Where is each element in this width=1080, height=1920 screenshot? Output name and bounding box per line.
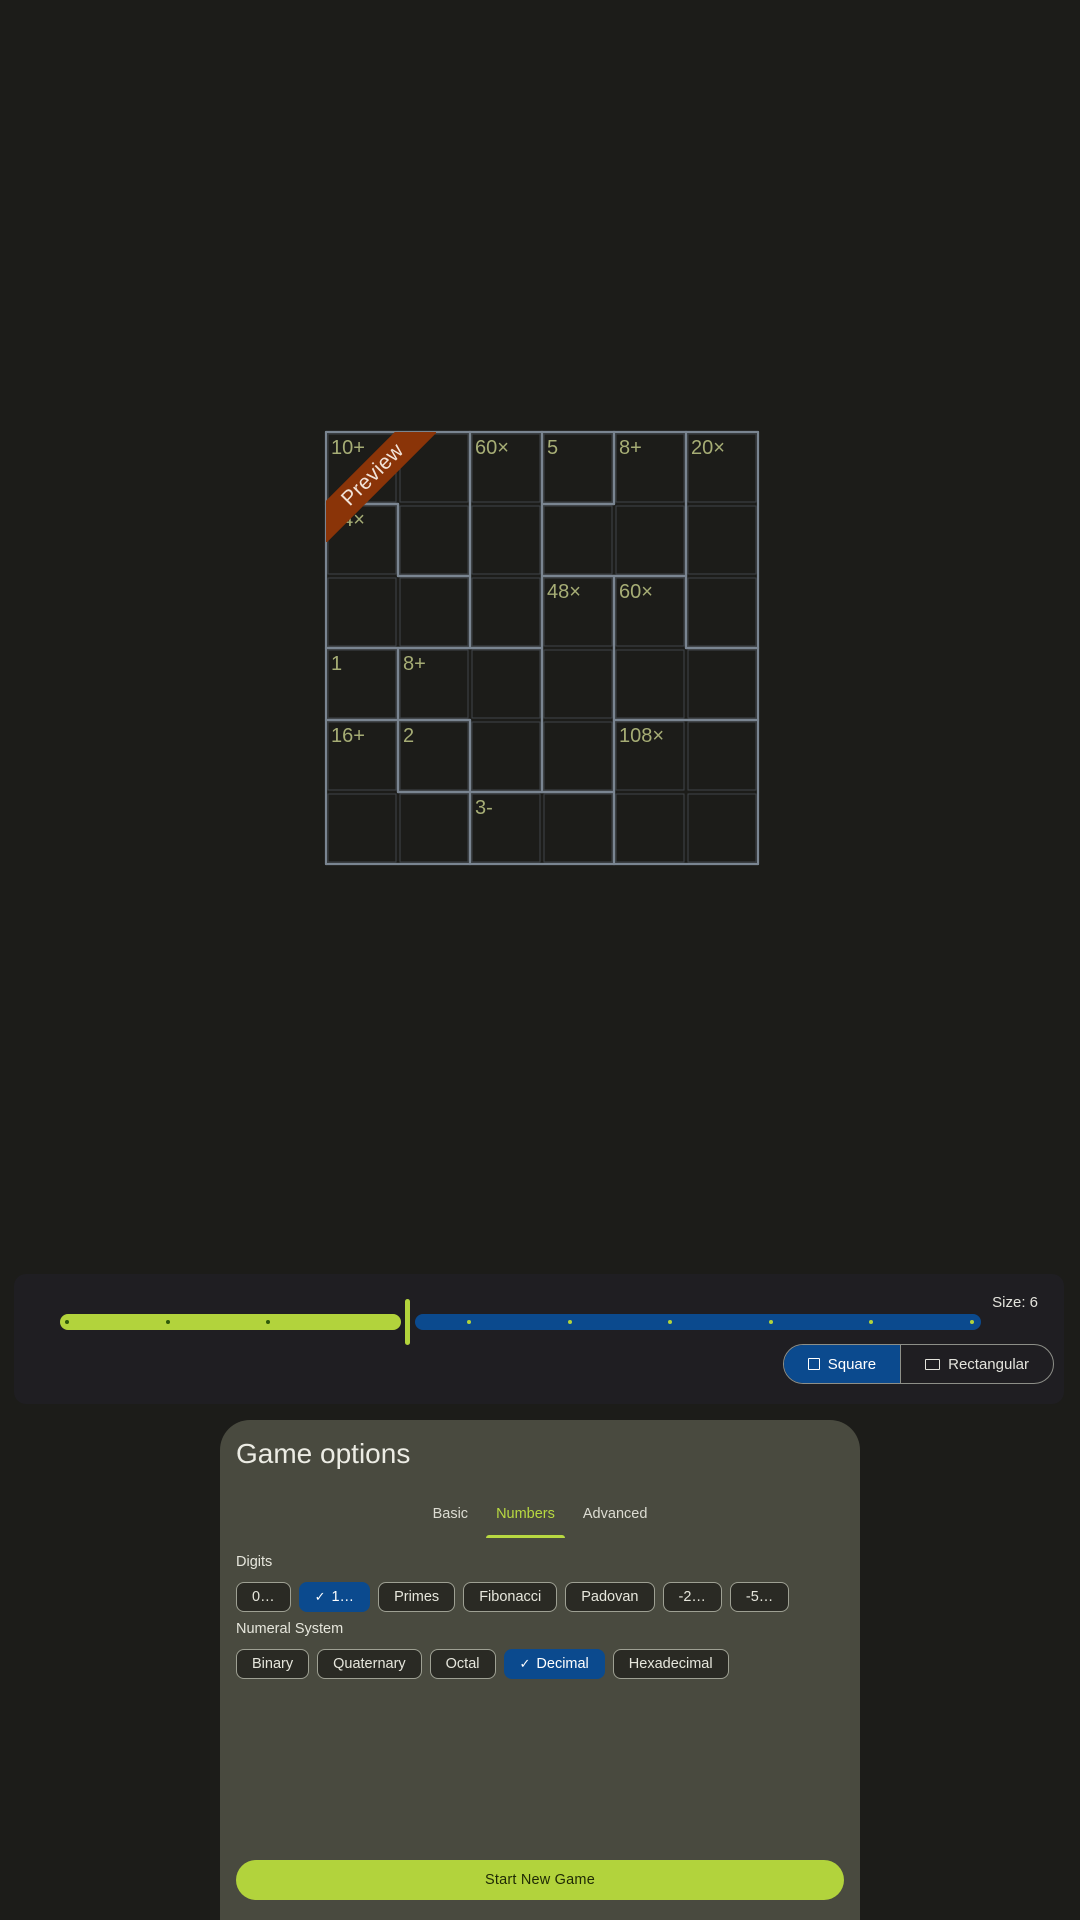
cage-clue: 8+ — [619, 437, 642, 459]
numeral-system-chip[interactable]: Hexadecimal — [612, 1649, 729, 1679]
grid-cell — [471, 577, 541, 647]
game-options-title: Game options — [236, 1438, 411, 1469]
check-icon: ✓ — [519, 1656, 531, 1671]
digit-chip[interactable]: Padovan — [565, 1582, 655, 1612]
slider-tick — [165, 1320, 170, 1324]
grid-cell — [615, 793, 685, 863]
app-root: 10+60×58+20×24×48×60×18+16+2108×3- Previ… — [0, 0, 1080, 1920]
digit-chip-label: -2… — [678, 1589, 706, 1605]
cage-clue: 8+ — [403, 653, 426, 675]
slider-track-inactive[interactable] — [415, 1314, 981, 1330]
rectangle-icon — [925, 1358, 941, 1370]
digit-chip-label: Fibonacci — [479, 1589, 542, 1605]
grid-cell — [687, 505, 757, 575]
slider-tick — [768, 1320, 773, 1324]
numeral-system-chip[interactable]: ✓ Decimal — [503, 1649, 605, 1679]
digit-chip[interactable]: ✓ 1… — [298, 1582, 371, 1612]
numeral-system-chip[interactable]: Binary — [236, 1649, 310, 1679]
cage-clue: 1 — [331, 653, 342, 675]
square-option[interactable]: Square — [783, 1345, 901, 1383]
digit-chip[interactable]: -5… — [729, 1582, 790, 1612]
grid-cell — [543, 505, 613, 575]
digit-chip-label: 1… — [331, 1589, 355, 1605]
digit-chip-label: Padovan — [581, 1589, 639, 1605]
grid-cell — [615, 649, 685, 719]
digit-chip[interactable]: Primes — [378, 1582, 456, 1612]
game-options-card: Game options Basic Numbers Advanced Digi… — [220, 1420, 860, 1920]
cage-clue: 5 — [547, 437, 558, 459]
digit-chip-label: Primes — [394, 1589, 440, 1605]
square-icon — [807, 1358, 820, 1370]
grid-cell — [543, 793, 613, 863]
numeral-system-chip[interactable]: Quaternary — [317, 1649, 422, 1679]
puzzle-preview: 10+60×58+20×24×48×60×18+16+2108×3- Previ… — [324, 430, 760, 866]
cage-clue: 108× — [619, 725, 664, 747]
cage-clue: 60× — [475, 437, 509, 459]
digit-chip[interactable]: Fibonacci — [463, 1582, 558, 1612]
grid-cell — [399, 577, 469, 647]
digits-chips: 0… ✓ 1… Primes Fibonacci Padovan -2… -5… — [236, 1582, 790, 1612]
grid-cell — [327, 577, 397, 647]
start-new-game-button[interactable]: Start New Game — [236, 1860, 844, 1900]
size-panel: Size: 6 Square Rectangular — [14, 1274, 1064, 1404]
slider-thumb[interactable] — [405, 1299, 410, 1345]
preview-ribbon: Preview — [326, 432, 436, 542]
grid-cell — [471, 505, 541, 575]
numeral-system-chip-label: Decimal — [536, 1656, 589, 1672]
cage-clue: 60× — [619, 581, 653, 603]
shape-toggle[interactable]: Square Rectangular — [782, 1344, 1054, 1384]
cage-clue: 20× — [691, 437, 725, 459]
grid-cell — [687, 721, 757, 791]
check-icon: ✓ — [314, 1589, 326, 1604]
numeral-system-chip-label: Binary — [252, 1656, 294, 1672]
digit-chip-label: 0… — [252, 1589, 275, 1605]
rectangular-option[interactable]: Rectangular — [900, 1345, 1053, 1383]
grid-cell — [687, 577, 757, 647]
grid-cell — [471, 649, 541, 719]
digit-chip[interactable]: -2… — [662, 1582, 722, 1612]
grid-cell — [399, 793, 469, 863]
numeral-system-chip-label: Quaternary — [333, 1656, 406, 1672]
tab-advanced[interactable]: Advanced — [569, 1498, 662, 1538]
cage-clue: 48× — [547, 581, 581, 603]
options-tabs: Basic Numbers Advanced — [220, 1498, 860, 1538]
numeral-system-chip[interactable]: Octal — [429, 1649, 496, 1679]
numeral-system-chips: Binary Quaternary Octal ✓ Decimal Hexadecimal — [236, 1649, 729, 1679]
numeral-system-label: Numeral System — [236, 1621, 344, 1637]
digit-chip-label: -5… — [745, 1589, 774, 1605]
grid-cell — [615, 505, 685, 575]
digit-chip[interactable]: 0… — [236, 1582, 291, 1612]
grid-cell — [471, 721, 541, 791]
slider-tick — [567, 1320, 572, 1324]
cage-clue: 16+ — [331, 725, 365, 747]
cage-clue: 3- — [475, 797, 493, 819]
cage-clue: 2 — [403, 725, 414, 747]
numeral-system-chip-label: Hexadecimal — [628, 1656, 713, 1672]
preview-ribbon-label: Preview — [326, 432, 436, 542]
grid-cell — [543, 721, 613, 791]
grid-cell — [687, 793, 757, 863]
tab-numbers[interactable]: Numbers — [482, 1498, 569, 1538]
digits-label: Digits — [236, 1554, 273, 1570]
tab-basic[interactable]: Basic — [419, 1498, 482, 1538]
slider-tick — [65, 1320, 69, 1324]
grid-cell — [687, 649, 757, 719]
square-option-label: Square — [827, 1355, 877, 1373]
size-label: Size: 6 — [992, 1294, 1038, 1311]
rectangular-option-label: Rectangular — [948, 1355, 1029, 1373]
slider-tick — [970, 1320, 974, 1324]
grid-cell — [327, 793, 397, 863]
grid-cell — [543, 649, 613, 719]
slider-track-active[interactable] — [60, 1314, 401, 1330]
numeral-system-chip-label: Octal — [445, 1656, 480, 1672]
